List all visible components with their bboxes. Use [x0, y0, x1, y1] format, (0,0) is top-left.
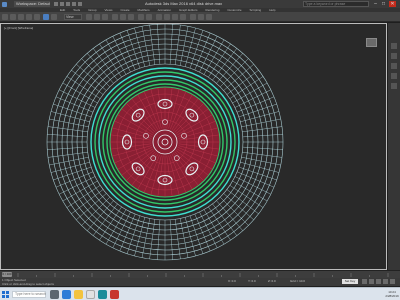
- zoom-extents-icon[interactable]: [376, 279, 381, 284]
- timeline-track[interactable]: [16, 273, 396, 277]
- undo-toolbar-icon[interactable]: [2, 14, 8, 20]
- create-panel-icon[interactable]: [391, 43, 397, 49]
- mirror-icon[interactable]: [138, 14, 144, 20]
- motion-panel-icon[interactable]: [391, 73, 397, 79]
- workspace-dropdown[interactable]: Workspace: Default: [14, 1, 50, 7]
- link-icon[interactable]: [18, 14, 24, 20]
- scale-icon[interactable]: [102, 14, 108, 20]
- clock-date[interactable]: 2/28/2019: [384, 294, 400, 298]
- render-frame-icon[interactable]: [198, 14, 204, 20]
- material-editor-icon[interactable]: [180, 14, 186, 20]
- status-bar: 1 Object Selected Click or click-and-dra…: [0, 278, 400, 286]
- taskbar-search-input[interactable]: Type here to search: [12, 291, 46, 298]
- 3ds-max-taskbar-icon[interactable]: [98, 290, 107, 299]
- file-explorer-icon[interactable]: [74, 290, 83, 299]
- reference-coordinate-dropdown[interactable]: View: [64, 14, 82, 20]
- select-by-name-icon[interactable]: [51, 14, 57, 20]
- maximize-viewport-icon[interactable]: [390, 279, 395, 284]
- move-icon[interactable]: [86, 14, 92, 20]
- next-frame-icon[interactable]: [369, 279, 374, 284]
- search-input[interactable]: Type a keyword or phrase: [303, 1, 369, 7]
- front-viewport[interactable]: [+] [Front] [Wireframe]: [0, 23, 387, 270]
- orbit-icon[interactable]: [383, 279, 388, 284]
- y-coordinate[interactable]: Y: 0.0: [248, 279, 256, 283]
- prompt-line: Click or click-and-drag to select object…: [2, 282, 55, 286]
- edge-browser-icon[interactable]: [62, 290, 71, 299]
- title-bar: Workspace: Default Autodesk 3ds Max 2016…: [0, 0, 400, 8]
- select-object-icon[interactable]: [43, 14, 49, 20]
- rotate-icon[interactable]: [94, 14, 100, 20]
- windows-taskbar: Type here to search 10:24 2/28/2019: [0, 287, 400, 300]
- layer-manager-icon[interactable]: [156, 14, 162, 20]
- schematic-view-icon[interactable]: [172, 14, 178, 20]
- percent-snap-icon[interactable]: [128, 14, 134, 20]
- align-icon[interactable]: [146, 14, 152, 20]
- z-coordinate[interactable]: Z: 0.0: [268, 279, 276, 283]
- x-coordinate[interactable]: X: 0.0: [228, 279, 236, 283]
- new-file-icon[interactable]: [54, 2, 58, 6]
- hierarchy-panel-icon[interactable]: [391, 63, 397, 69]
- close-button[interactable]: ✕: [389, 1, 396, 7]
- open-file-icon[interactable]: [60, 2, 64, 6]
- unlink-icon[interactable]: [26, 14, 32, 20]
- bind-space-warp-icon[interactable]: [34, 14, 40, 20]
- timeline: 0 / 100: [0, 270, 400, 278]
- snap-icon[interactable]: [112, 14, 118, 20]
- app-taskbar-icon[interactable]: [110, 290, 119, 299]
- redo-icon[interactable]: [78, 2, 82, 6]
- undo-icon[interactable]: [72, 2, 76, 6]
- time-slider-label: 0 / 100: [2, 272, 12, 276]
- wheel-wireframe-model[interactable]: [1, 24, 387, 270]
- curve-editor-icon[interactable]: [164, 14, 170, 20]
- start-menu-icon[interactable]: [2, 291, 9, 298]
- maximize-button[interactable]: □: [380, 1, 387, 7]
- store-icon[interactable]: [86, 290, 95, 299]
- app-logo-icon[interactable]: [2, 1, 7, 7]
- task-view-icon[interactable]: [50, 290, 59, 299]
- save-icon[interactable]: [66, 2, 70, 6]
- angle-snap-icon[interactable]: [120, 14, 126, 20]
- grid-spacing: Grid = 10.0: [290, 279, 305, 283]
- window-title: Autodesk 3ds Max 2016 x64 disk drive.max: [145, 1, 223, 6]
- display-panel-icon[interactable]: [391, 83, 397, 89]
- set-key-button[interactable]: Set Key: [342, 279, 358, 284]
- modify-panel-icon[interactable]: [391, 53, 397, 59]
- redo-toolbar-icon[interactable]: [10, 14, 16, 20]
- play-icon[interactable]: [362, 279, 367, 284]
- render-icon[interactable]: [206, 14, 212, 20]
- render-setup-icon[interactable]: [190, 14, 196, 20]
- minimize-button[interactable]: –: [372, 1, 379, 7]
- main-toolbar: View: [0, 12, 400, 22]
- command-panel-strip: [388, 23, 400, 270]
